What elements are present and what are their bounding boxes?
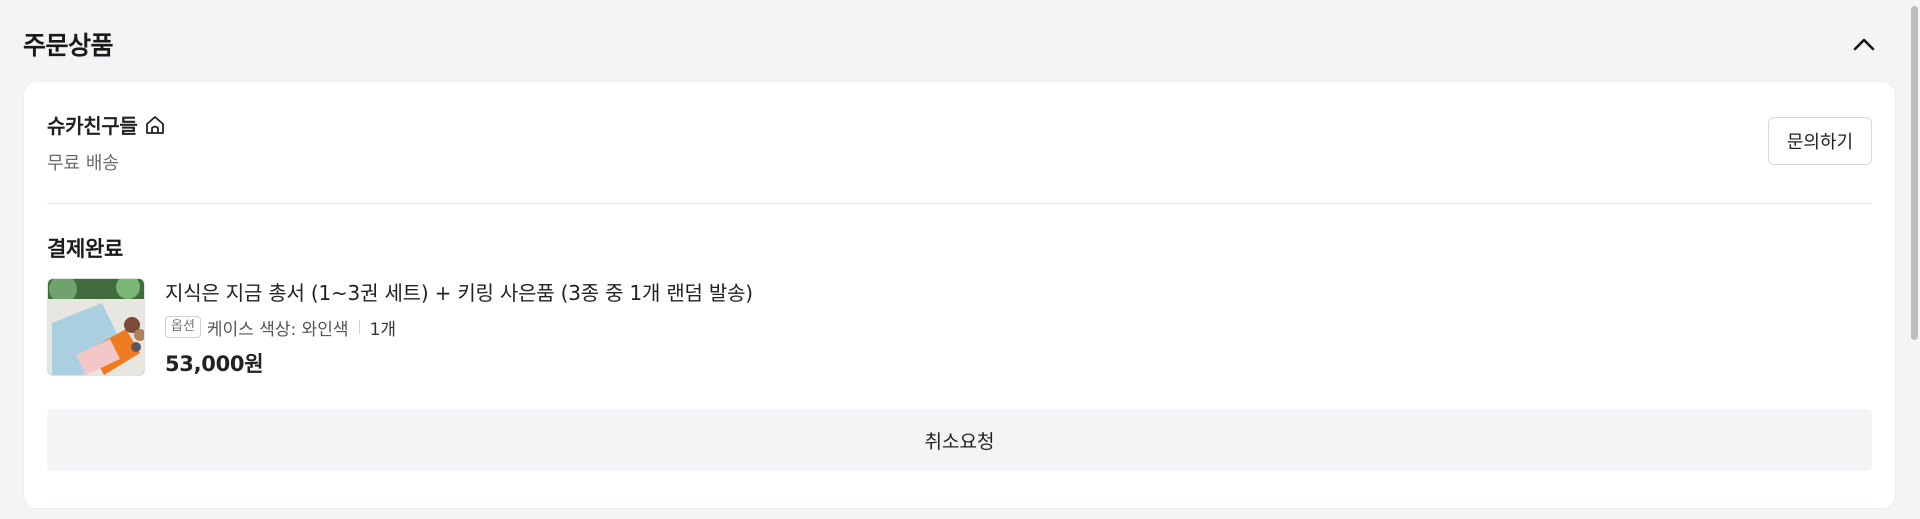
product-name[interactable]: 지식은 지금 총서 (1~3권 세트) + 키링 사은품 (3종 중 1개 랜덤… <box>165 278 1872 308</box>
shipping-info: 무료 배송 <box>47 153 119 174</box>
seller-name: 슈카친구들 <box>47 114 138 138</box>
home-icon <box>145 115 164 134</box>
product-price: 53,000원 <box>165 352 264 376</box>
inquiry-button[interactable]: 문의하기 <box>1768 117 1872 165</box>
option-badge: 옵션 <box>165 316 201 338</box>
collapse-button[interactable] <box>1848 28 1880 60</box>
product-item[interactable]: 지식은 지금 총서 (1~3권 세트) + 키링 사은품 (3종 중 1개 랜덤… <box>47 278 1872 378</box>
section-title: 주문상품 <box>23 31 114 60</box>
chevron-up-icon <box>1853 38 1875 51</box>
divider <box>47 203 1872 204</box>
order-items-header: 주문상품 <box>23 22 1880 66</box>
quantity: 1개 <box>369 319 397 340</box>
order-status: 결제완료 <box>47 237 124 261</box>
product-option: 옵션 케이스 색상: 와인색 1개 <box>165 314 1872 340</box>
seller-link[interactable]: 슈카친구들 <box>47 110 1872 139</box>
product-image <box>48 279 144 375</box>
scrollbar[interactable] <box>1908 0 1920 519</box>
product-info: 지식은 지금 총서 (1~3권 세트) + 키링 사은품 (3종 중 1개 랜덤… <box>165 278 1872 378</box>
cancel-request-button[interactable]: 취소요청 <box>47 409 1872 471</box>
product-thumbnail[interactable] <box>47 278 145 376</box>
option-text: 케이스 색상: 와인색 <box>206 319 349 340</box>
scrollbar-thumb[interactable] <box>1911 6 1918 340</box>
option-separator <box>358 320 360 334</box>
seller-row: 슈카친구들 무료 배송 문의하기 <box>47 110 1872 176</box>
order-card: 슈카친구들 무료 배송 문의하기 결제완료 지식은 지금 총서 (1~3권 세트… <box>23 81 1896 509</box>
